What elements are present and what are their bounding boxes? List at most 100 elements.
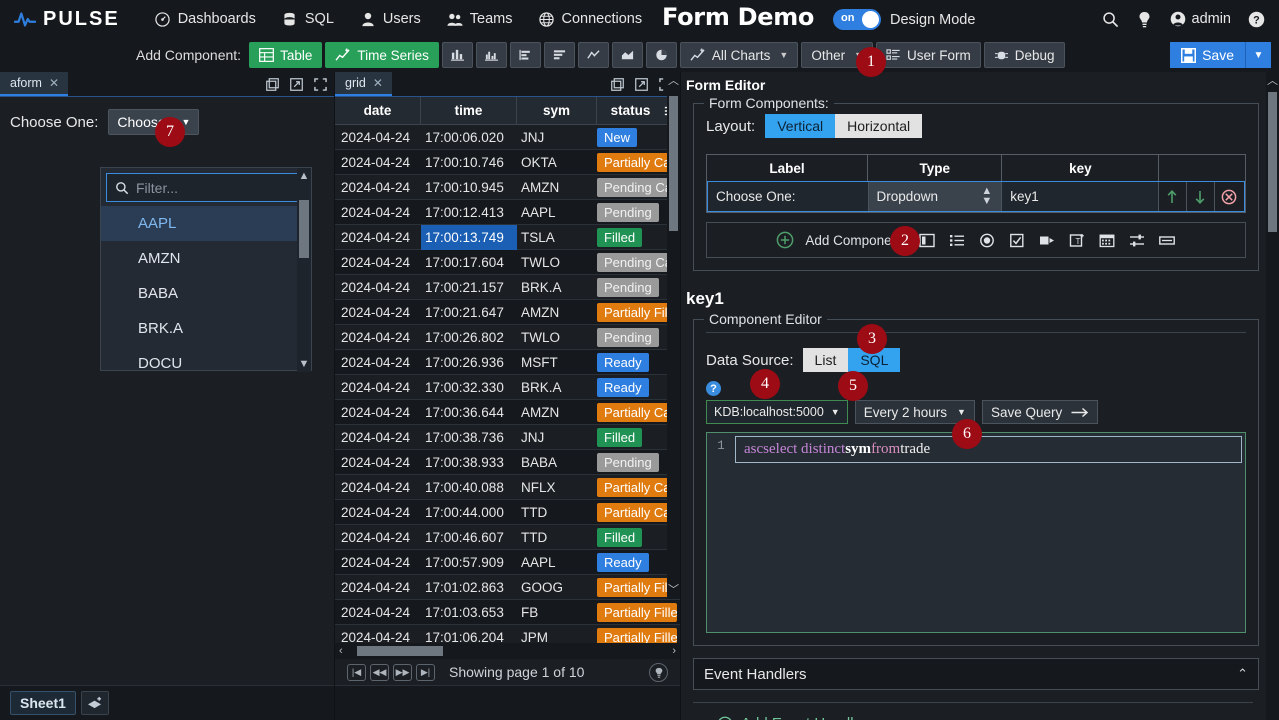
spinner-icon[interactable]: ▲▼: [981, 186, 992, 206]
sql-editor[interactable]: 1 asc select distinct sym from trade: [706, 432, 1246, 633]
table-row[interactable]: 2024-04-2417:00:21.647AMZNPartially Fill…: [335, 300, 680, 325]
column-header-sym[interactable]: sym: [517, 97, 597, 124]
cell-date[interactable]: 2024-04-24: [335, 430, 421, 445]
help-icon[interactable]: ?: [1241, 4, 1271, 34]
input-icon[interactable]: [1157, 230, 1177, 250]
add-pie-chart-button[interactable]: [646, 42, 677, 68]
nav-item-connections[interactable]: Connections: [525, 0, 655, 38]
copy-icon[interactable]: [611, 78, 624, 91]
add-timeseries-button[interactable]: Time Series: [325, 42, 439, 68]
add-ranked-bar-chart-button[interactable]: [544, 42, 575, 68]
cell-status[interactable]: Pending: [597, 328, 677, 347]
table-row[interactable]: 2024-04-2417:00:32.330BRK.AReady: [335, 375, 680, 400]
bulb-icon[interactable]: [1130, 4, 1160, 34]
save-dropdown-button[interactable]: ▼: [1245, 42, 1271, 68]
user-menu[interactable]: admin: [1164, 11, 1238, 27]
cell-sym[interactable]: GOOG: [517, 580, 597, 595]
copy-icon[interactable]: [266, 78, 279, 91]
cell-time[interactable]: 17:00:13.749: [421, 225, 517, 250]
cell-status[interactable]: Pending: [597, 278, 677, 297]
cell-sym[interactable]: TTD: [517, 530, 597, 545]
cell-status[interactable]: Partially Cancelled: [597, 478, 677, 497]
cell-time[interactable]: 17:00:06.020: [421, 130, 517, 145]
cell-status[interactable]: Partially Cancelled: [597, 403, 677, 422]
cell-sym[interactable]: NFLX: [517, 480, 597, 495]
cell-status[interactable]: Filled: [597, 428, 677, 447]
cell-sym[interactable]: TTD: [517, 505, 597, 520]
design-mode-toggle[interactable]: on: [833, 9, 881, 30]
dropdown-scrollbar[interactable]: ▲ ▼: [297, 168, 311, 372]
cell-date[interactable]: 2024-04-24: [335, 330, 421, 345]
nav-item-teams[interactable]: Teams: [434, 0, 526, 38]
cell-sym[interactable]: AMZN: [517, 305, 597, 320]
chevron-left-icon[interactable]: ‹: [339, 645, 343, 657]
cell-date[interactable]: 2024-04-24: [335, 530, 421, 545]
chevron-up-icon[interactable]: ▲: [299, 168, 310, 184]
cell-sym[interactable]: TWLO: [517, 255, 597, 270]
cell-sym[interactable]: AAPL: [517, 555, 597, 570]
data-source-option-list[interactable]: List: [803, 348, 849, 372]
table-row[interactable]: 2024-04-2417:00:38.736JNJFilled: [335, 425, 680, 450]
table-row[interactable]: 2024-04-2417:00:36.644AMZNPartially Canc…: [335, 400, 680, 425]
add-circle-icon[interactable]: [775, 230, 795, 250]
cell-time[interactable]: 17:00:10.746: [421, 155, 517, 170]
cell-sym[interactable]: BRK.A: [517, 280, 597, 295]
cell-date[interactable]: 2024-04-24: [335, 505, 421, 520]
delete-component-icon[interactable]: [1215, 182, 1243, 211]
cell-status[interactable]: Partially Filled: [597, 603, 677, 622]
table-row[interactable]: 2024-04-2417:00:12.413AAPLPending: [335, 200, 680, 225]
button-icon[interactable]: [1037, 230, 1057, 250]
column-header-status[interactable]: status: [597, 97, 664, 124]
dropdown-option-brka[interactable]: BRK.A: [101, 311, 311, 346]
cell-time[interactable]: 17:00:21.647: [421, 305, 517, 320]
cell-status[interactable]: Partially Filled: [597, 578, 677, 597]
column-header-date[interactable]: date: [335, 97, 421, 124]
cell-sym[interactable]: MSFT: [517, 355, 597, 370]
cell-time[interactable]: 17:00:17.604: [421, 255, 517, 270]
cell-sym[interactable]: TSLA: [517, 230, 597, 245]
chevron-right-icon[interactable]: ›: [672, 645, 676, 657]
close-icon[interactable]: ✕: [373, 76, 383, 90]
sql-query-line[interactable]: asc select distinct sym from trade: [735, 436, 1242, 463]
grid-scroll-thumb[interactable]: [669, 96, 678, 231]
add-horizontal-bar-chart-button[interactable]: [510, 42, 541, 68]
layout-option-vertical[interactable]: Vertical: [765, 114, 835, 138]
table-row[interactable]: 2024-04-2417:00:44.000TTDPartially Cance…: [335, 500, 680, 525]
cell-time[interactable]: 17:00:40.088: [421, 480, 517, 495]
table-row[interactable]: 2024-04-2417:00:40.088NFLXPartially Canc…: [335, 475, 680, 500]
search-icon[interactable]: [1096, 4, 1126, 34]
save-button[interactable]: Save: [1170, 42, 1245, 68]
chevron-up-icon[interactable]: ︿: [1266, 72, 1279, 88]
table-row[interactable]: 2024-04-2417:00:17.604TWLOPending Cancel: [335, 250, 680, 275]
table-row[interactable]: 2024-04-2417:00:10.945AMZNPending Cancel: [335, 175, 680, 200]
table-row[interactable]: 2024-04-2417:01:02.863GOOGPartially Fill…: [335, 575, 680, 600]
cell-status[interactable]: Pending Cancel: [597, 253, 677, 272]
cell-sym[interactable]: OKTA: [517, 155, 597, 170]
add-grouped-bar-chart-button[interactable]: [476, 42, 507, 68]
calendar-icon[interactable]: [1097, 230, 1117, 250]
cell-time[interactable]: 17:00:12.413: [421, 205, 517, 220]
list-icon[interactable]: [947, 230, 967, 250]
table-row[interactable]: 2024-04-2417:00:06.020JNJNew: [335, 125, 680, 150]
next-page-button[interactable]: ▶▶: [393, 664, 412, 681]
cell-time[interactable]: 17:00:21.157: [421, 280, 517, 295]
textbox-icon[interactable]: T: [1067, 230, 1087, 250]
cell-date[interactable]: 2024-04-24: [335, 280, 421, 295]
component-label-input[interactable]: [708, 182, 868, 211]
cell-sym[interactable]: AAPL: [517, 205, 597, 220]
cell-date[interactable]: 2024-04-24: [335, 155, 421, 170]
cell-sym[interactable]: TWLO: [517, 330, 597, 345]
chevron-down-icon[interactable]: ﹀: [667, 581, 680, 597]
cell-sym[interactable]: AMZN: [517, 180, 597, 195]
cell-status[interactable]: Ready: [597, 353, 677, 372]
column-header-time[interactable]: time: [421, 97, 517, 124]
refresh-interval-select[interactable]: Every 2 hours ▼: [855, 400, 975, 424]
nav-item-users[interactable]: Users: [347, 0, 434, 38]
move-up-icon[interactable]: [1159, 182, 1187, 211]
cell-time[interactable]: 17:00:38.736: [421, 430, 517, 445]
cell-date[interactable]: 2024-04-24: [335, 605, 421, 620]
add-line-chart-button[interactable]: [578, 42, 609, 68]
cell-time[interactable]: 17:01:03.653: [421, 605, 517, 620]
cell-time[interactable]: 17:00:26.936: [421, 355, 517, 370]
tab-grid[interactable]: grid ✕: [335, 72, 392, 96]
